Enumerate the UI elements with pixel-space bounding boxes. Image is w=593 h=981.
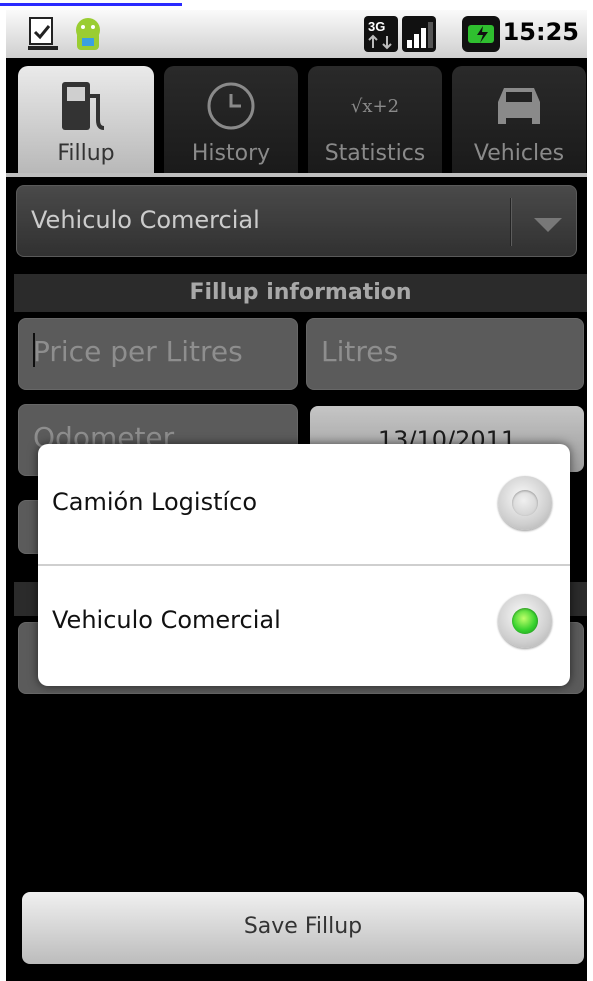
sqrt-icon: √x+2	[350, 96, 400, 117]
battery-charging-icon	[462, 16, 500, 52]
dialog-option-camion[interactable]: Camión Logistíco	[38, 444, 570, 564]
option-label: Camión Logistíco	[52, 488, 258, 516]
signal-strength-icon	[402, 16, 436, 52]
3g-data-icon: 3G	[364, 16, 398, 52]
status-time: 15:25	[502, 18, 579, 46]
document-check-icon	[28, 17, 58, 50]
clock-icon	[207, 82, 255, 130]
save-button-label: Save Fillup	[243, 914, 363, 939]
tab-fillup-label: Fillup	[57, 141, 115, 166]
radio-button-selected[interactable]	[498, 594, 552, 648]
car-icon	[498, 88, 540, 124]
tab-statistics[interactable]: √x+2 Statistics	[308, 66, 442, 174]
vehicle-select-dialog: Camión Logistíco Vehiculo Comercial	[38, 444, 570, 686]
tab-fillup[interactable]: Fillup	[18, 66, 154, 174]
tab-statistics-label: Statistics	[324, 141, 426, 166]
status-bar: 3G 15:25	[6, 10, 587, 58]
android-robot-icon	[76, 18, 100, 50]
top-link-strip	[0, 0, 182, 6]
tab-underline	[6, 173, 587, 177]
tab-history[interactable]: History	[164, 66, 298, 174]
radio-button-unselected[interactable]	[498, 476, 552, 530]
svg-text:3G: 3G	[368, 19, 385, 34]
save-fillup-button[interactable]: Save Fillup	[22, 892, 584, 964]
fuel-pump-icon	[62, 82, 105, 130]
option-label: Vehiculo Comercial	[52, 606, 281, 634]
phone-screen: 3G 15:25 Fillup History √x+2 Statistics …	[6, 10, 587, 981]
tab-history-label: History	[191, 141, 271, 166]
tab-vehicles[interactable]: Vehicles	[452, 66, 586, 174]
dialog-option-vehiculo[interactable]: Vehiculo Comercial	[38, 566, 570, 686]
tab-vehicles-label: Vehicles	[473, 141, 565, 166]
